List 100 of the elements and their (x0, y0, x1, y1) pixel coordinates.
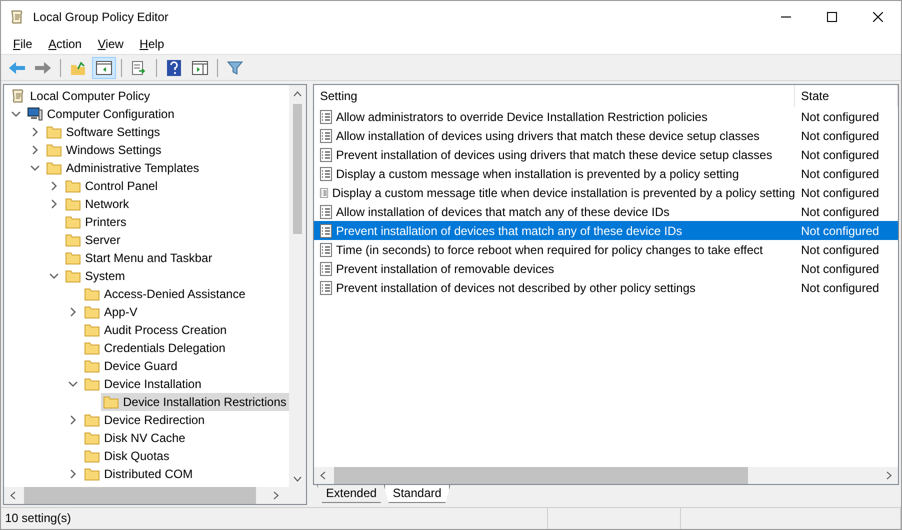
policy-icon (320, 280, 332, 294)
policy-row[interactable]: Time (in seconds) to force reboot when required for policy changes to take effect Not configured (314, 240, 898, 259)
chevron-down-icon[interactable] (68, 379, 78, 389)
scroll-icon (9, 9, 25, 25)
policy-icon (320, 128, 332, 142)
scroll-right-icon (273, 491, 279, 500)
back-arrow-icon (8, 60, 26, 74)
policy-icon (320, 186, 328, 200)
tree-item[interactable]: Disk Quotas (82, 447, 174, 465)
vertical-scrollbar[interactable] (289, 85, 306, 487)
menu-item[interactable]: Action (40, 36, 90, 50)
setting-name: Prevent installation of removable devices (336, 262, 554, 276)
policy-row[interactable]: Prevent installation of devices that match any of these device IDs Not configured (314, 221, 898, 240)
policy-row[interactable]: Prevent installation of removable devices Not configured (314, 259, 898, 278)
tree-item[interactable]: Device Installation Restrictions (101, 393, 289, 411)
show-pane-icon (192, 60, 208, 74)
tree-item[interactable]: Distributed COM (82, 465, 197, 483)
scrollbar-thumb[interactable] (293, 104, 302, 234)
policy-row[interactable]: Allow administrators to override Device Installation Restriction policies Not configured (314, 107, 898, 126)
tree-item[interactable]: Device Guard (82, 357, 182, 375)
folder-icon (84, 341, 100, 355)
folder-icon (65, 269, 81, 283)
folder-icon (84, 359, 100, 373)
setting-state: Not configured (800, 262, 880, 276)
menu-item[interactable]: File (5, 36, 40, 50)
folder-icon (46, 125, 62, 139)
window-title: Local Group Policy Editor (33, 10, 170, 24)
column-header[interactable]: State (795, 85, 898, 107)
setting-name: Allow administrators to override Device Installation Restriction policies (336, 110, 708, 124)
folder-icon (84, 467, 100, 481)
folder-up-icon (70, 60, 86, 76)
folder-icon (84, 287, 100, 301)
scroll-left-icon (10, 491, 16, 500)
tree-item[interactable]: Computer Configuration (25, 105, 178, 123)
setting-state: Not configured (800, 204, 880, 218)
setting-state: Not configured (800, 242, 880, 256)
folder-icon (65, 197, 81, 211)
tree-item[interactable]: App-V (82, 303, 142, 321)
setting-name: Time (in seconds) to force reboot when required for policy changes to take effect (336, 242, 763, 256)
tree-item[interactable]: Software Settings (44, 123, 164, 141)
policy-row[interactable]: Prevent installation of devices using drivers that match these device setup classes Not configured (314, 145, 898, 164)
toolbar-button[interactable] (92, 56, 116, 78)
setting-name: Display a custom message when installation is prevented by a policy setting (336, 166, 739, 180)
policy-row[interactable]: Allow installation of devices that match any of these device IDs Not configured (314, 202, 898, 221)
tree-item[interactable]: Administrative Templates (44, 159, 204, 177)
tree-item[interactable]: Start Menu and Taskbar (63, 249, 216, 267)
tree-item[interactable]: Device Redirection (82, 411, 209, 429)
chevron-right-icon[interactable] (68, 469, 78, 479)
tree-item[interactable]: Disk NV Cache (82, 429, 190, 447)
computer-icon (27, 106, 43, 122)
policy-icon (320, 242, 332, 256)
folder-icon (84, 323, 100, 337)
scroll-right-icon (886, 471, 892, 480)
policy-row[interactable]: Allow installation of devices using drivers that match these device setup classes Not configured (314, 126, 898, 145)
tree-item[interactable]: Control Panel (63, 177, 162, 195)
folder-icon (84, 377, 100, 391)
tree-item[interactable]: Server (63, 231, 124, 249)
scroll-left-icon (320, 471, 326, 480)
tree-item[interactable]: Audit Process Creation (82, 321, 231, 339)
horizontal-scrollbar[interactable] (4, 487, 306, 504)
folder-icon (46, 143, 62, 157)
policy-row[interactable]: Display a custom message when installation is prevented by a policy setting Not configured (314, 164, 898, 183)
tree-item[interactable]: System (63, 267, 130, 285)
folder-icon (84, 431, 100, 445)
folder-icon (65, 215, 81, 229)
horizontal-scrollbar[interactable] (314, 467, 898, 484)
folder-icon (65, 233, 81, 247)
policy-row[interactable]: Display a custom message title when device installation is prevented by a policy setting Not configured (314, 183, 898, 202)
setting-name: Prevent installation of devices not described by other policy settings (336, 280, 696, 294)
tree-item[interactable]: Windows Settings (44, 141, 166, 159)
tree-item[interactable]: Local Computer Policy (8, 87, 154, 105)
folder-icon (46, 161, 62, 175)
tree-item[interactable]: Network (63, 195, 134, 213)
scroll-up-icon (293, 90, 302, 96)
chevron-down-icon[interactable] (48, 271, 58, 281)
status-text: 10 setting(s) (1, 508, 548, 529)
setting-name: Prevent installation of devices using drivers that match these device setup classes (336, 148, 772, 162)
close-icon (873, 12, 883, 22)
policy-row[interactable]: Prevent installation of devices not described by other policy settings Not configured (314, 278, 898, 297)
menu-item[interactable]: Help (132, 36, 172, 50)
policy-icon (320, 204, 332, 218)
folder-icon (84, 413, 100, 427)
help-icon (167, 60, 181, 76)
tree-item[interactable]: Credentials Delegation (82, 339, 230, 357)
view-tab[interactable]: Standard (384, 485, 450, 503)
chevron-right-icon[interactable] (68, 307, 78, 317)
menu-item[interactable]: View (90, 36, 132, 50)
tree-item[interactable]: Printers (63, 213, 130, 231)
tree-item[interactable]: Device Installation (82, 375, 206, 393)
tree-item[interactable]: Access-Denied Assistance (82, 285, 250, 303)
policy-icon (320, 224, 332, 238)
chevron-right-icon[interactable] (68, 415, 78, 425)
chevron-down-icon[interactable] (10, 109, 20, 119)
filter-icon (227, 60, 243, 76)
setting-name: Prevent installation of devices that match any of these device IDs (336, 224, 682, 238)
column-header[interactable]: Setting (314, 85, 795, 107)
chevron-down-icon[interactable] (30, 163, 40, 173)
maximize-icon (827, 12, 837, 22)
folder-icon (103, 395, 119, 409)
forward-arrow-icon (34, 60, 52, 74)
